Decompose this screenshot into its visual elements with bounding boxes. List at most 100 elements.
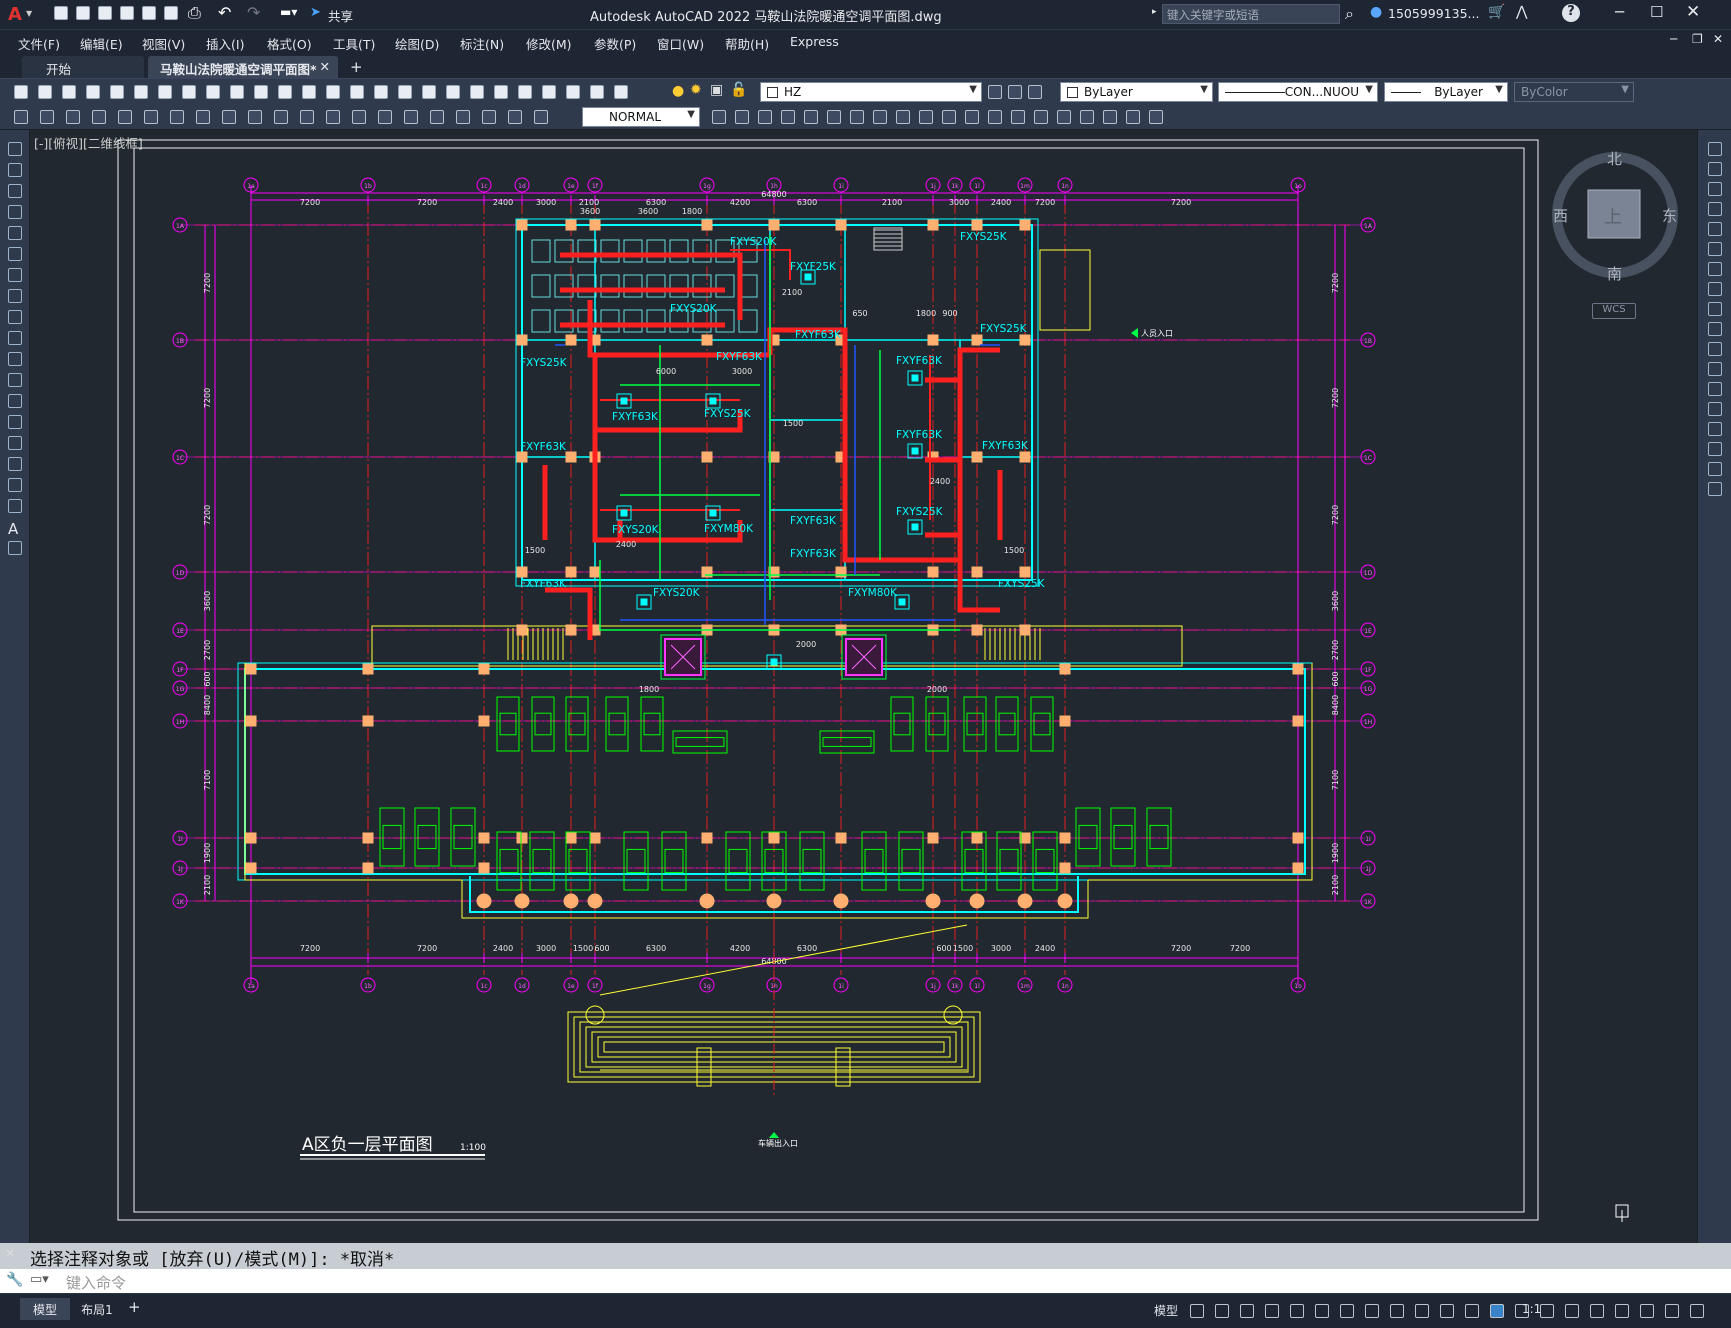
selection-cycling-icon[interactable] — [1440, 1304, 1454, 1318]
snap-icon[interactable] — [1215, 1304, 1229, 1318]
menu-insert[interactable]: 插入(I) — [206, 34, 244, 53]
plot-icon[interactable] — [86, 85, 100, 99]
radius-icon[interactable] — [144, 110, 158, 124]
share-button[interactable]: 共享 — [328, 6, 353, 25]
add-layout-icon[interactable]: + — [128, 1298, 141, 1316]
ml-remove-icon[interactable] — [758, 110, 772, 124]
clean-screen-icon[interactable] — [1665, 1304, 1679, 1318]
baseline-icon[interactable] — [274, 110, 288, 124]
make-block-icon[interactable] — [8, 394, 22, 408]
zoom-previous-icon[interactable] — [422, 85, 436, 99]
gradient-icon[interactable] — [1011, 110, 1025, 124]
help-icon[interactable] — [590, 85, 604, 99]
multileader-icon[interactable] — [712, 110, 726, 124]
region-icon[interactable] — [1034, 110, 1048, 124]
circle-icon[interactable] — [8, 268, 22, 282]
arc-length-icon[interactable] — [92, 110, 106, 124]
menu-draw[interactable]: 绘图(D) — [395, 34, 439, 53]
hatch-icon[interactable] — [8, 436, 22, 450]
close-icon[interactable]: ✕ — [1686, 2, 1700, 22]
chamfer-icon[interactable] — [1708, 422, 1722, 436]
open-file-icon[interactable] — [76, 6, 90, 20]
close-command-icon[interactable]: ✕ — [6, 1245, 14, 1261]
ml-style-icon[interactable] — [827, 110, 841, 124]
linetype-combo[interactable]: CON...NUOU ▼ — [1218, 82, 1378, 102]
spline-icon[interactable] — [8, 310, 22, 324]
rectangle-icon[interactable] — [8, 226, 22, 240]
continue-icon[interactable] — [300, 110, 314, 124]
new-tab-icon[interactable]: + — [350, 58, 363, 76]
ml-add-icon[interactable] — [735, 110, 749, 124]
isolate-objects-icon[interactable] — [1615, 1304, 1629, 1318]
dim-space-icon[interactable] — [326, 110, 340, 124]
layer-bulb-icon[interactable]: ● — [672, 83, 684, 99]
mirror-icon[interactable] — [1708, 182, 1722, 196]
copy-icon[interactable] — [206, 85, 220, 99]
table-icon[interactable] — [8, 499, 22, 513]
layer-properties-icon[interactable] — [988, 85, 1002, 99]
autodesk-a360-icon[interactable]: ⋀ — [1516, 4, 1527, 20]
open-web-icon[interactable] — [142, 6, 156, 20]
paste-icon[interactable] — [230, 85, 244, 99]
minimize-icon[interactable]: ─ — [1615, 3, 1624, 21]
region-icon[interactable] — [8, 478, 22, 492]
menu-express[interactable]: Express — [790, 34, 839, 49]
menu-format[interactable]: 格式(O) — [267, 34, 312, 53]
tool-palettes-icon[interactable] — [494, 85, 508, 99]
qnew-icon[interactable] — [14, 85, 28, 99]
menu-tools[interactable]: 工具(T) — [333, 34, 375, 53]
annotation-monitor-icon[interactable] — [1540, 1304, 1554, 1318]
jogged-linear-icon[interactable] — [456, 110, 470, 124]
layer-sun-icon[interactable]: ✹ — [690, 82, 702, 98]
properties-icon[interactable] — [446, 85, 460, 99]
move-icon[interactable] — [1708, 242, 1722, 256]
mtext-icon[interactable] — [919, 110, 933, 124]
customization-icon[interactable] — [1690, 1304, 1704, 1318]
insert-block-icon[interactable] — [8, 373, 22, 387]
model-space-button[interactable]: 模型 — [1154, 1302, 1178, 1319]
jogged-icon[interactable] — [170, 110, 184, 124]
undo-icon[interactable] — [302, 85, 316, 99]
chevron-right-icon[interactable]: ▸ — [1152, 7, 1157, 17]
table-style-icon[interactable] — [873, 110, 887, 124]
plotstyle-combo[interactable]: ByColor ▼ — [1514, 82, 1634, 102]
menu-parametric[interactable]: 参数(P) — [594, 34, 636, 53]
color-combo[interactable]: ByLayer ▼ — [1060, 82, 1213, 102]
ml-collect-icon[interactable] — [804, 110, 818, 124]
save-icon[interactable] — [98, 6, 112, 20]
compass-south[interactable]: 南 — [1607, 263, 1622, 284]
aligned-icon[interactable] — [66, 110, 80, 124]
menu-view[interactable]: 视图(V) — [142, 34, 185, 53]
trim-icon[interactable] — [1708, 322, 1722, 336]
lineweight-icon[interactable] — [1390, 1304, 1404, 1318]
menu-edit[interactable]: 编辑(E) — [80, 34, 123, 53]
save-as-icon[interactable] — [120, 6, 134, 20]
polar-icon[interactable] — [1290, 1304, 1304, 1318]
wipeout-icon[interactable] — [1080, 110, 1094, 124]
auto-scale-icon[interactable] — [1490, 1304, 1504, 1318]
block-editor-icon[interactable] — [278, 85, 292, 99]
doc-minimize-icon[interactable]: ─ — [1670, 32, 1677, 46]
object-snap-icon[interactable] — [1365, 1304, 1379, 1318]
dim-style-icon[interactable] — [14, 110, 28, 124]
search-box[interactable]: 键入关键字或短语 — [1162, 4, 1340, 24]
ellipse-icon[interactable] — [8, 331, 22, 345]
zoom-window-icon[interactable] — [398, 85, 412, 99]
match-properties-icon[interactable] — [254, 85, 268, 99]
ellipse-arc-icon[interactable] — [8, 352, 22, 366]
ucs-icon[interactable] — [1149, 110, 1163, 124]
extend-icon[interactable] — [1708, 342, 1722, 356]
cut-icon[interactable] — [182, 85, 196, 99]
polygon-icon[interactable] — [8, 205, 22, 219]
pan-icon[interactable] — [350, 85, 364, 99]
block-icon[interactable] — [942, 110, 956, 124]
transparency-icon[interactable] — [1415, 1304, 1429, 1318]
layer-viewport-icon[interactable]: ▣ — [710, 82, 723, 98]
object-snap-tracking-icon[interactable] — [1340, 1304, 1354, 1318]
wcs-menu[interactable]: WCS — [1592, 303, 1636, 319]
new-file-icon[interactable] — [54, 6, 68, 20]
dim-break-icon[interactable] — [352, 110, 366, 124]
3d-print-icon[interactable] — [158, 85, 172, 99]
line-icon[interactable] — [8, 142, 22, 156]
viewcube[interactable]: 北 南 东 西 上 WCS — [1550, 145, 1680, 325]
